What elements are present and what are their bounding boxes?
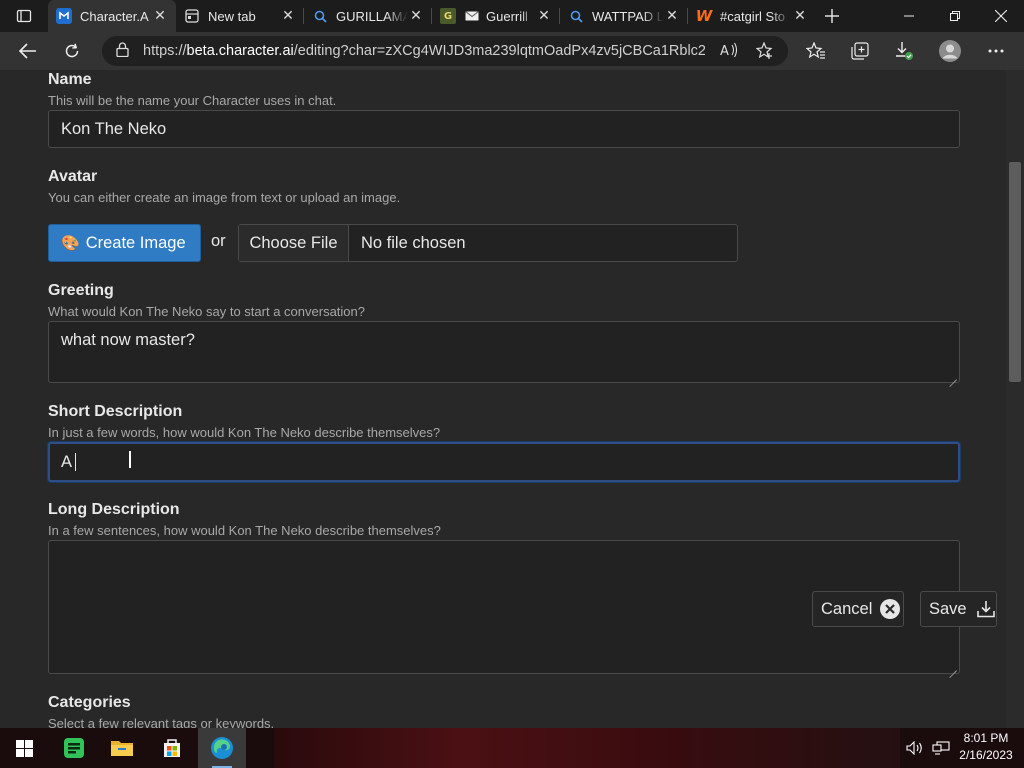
long-description-label: Long Description	[48, 501, 180, 518]
clock-time: 8:01 PM	[963, 731, 1009, 745]
tab-character-ai[interactable]: Character.A ✕	[48, 0, 176, 32]
tab-catgirl-stories[interactable]: W #catgirl Sto ✕	[688, 0, 816, 32]
file-upload-input[interactable]: Choose File No file chosen	[238, 224, 738, 262]
tab-title: GURILLAMA	[336, 8, 408, 24]
save-label: Save	[929, 599, 967, 618]
sheets-app-icon[interactable]	[50, 728, 98, 768]
tab-wattpad-search[interactable]: WATTPAD L ✕	[560, 0, 688, 32]
categories-hint: Select a few relevant tags or keywords.	[48, 716, 275, 728]
name-label: Name	[48, 71, 92, 88]
character-ai-favicon	[56, 8, 72, 24]
wattpad-favicon: W	[695, 7, 713, 25]
resize-handle-icon[interactable]	[949, 372, 957, 380]
wallpaper-strip	[274, 728, 900, 768]
greeting-textarea[interactable]: what now master?	[48, 321, 960, 383]
favorites-icon[interactable]	[796, 32, 836, 70]
resize-handle-icon[interactable]	[949, 663, 957, 671]
greeting-label: Greeting	[48, 282, 114, 299]
scrollbar-thumb[interactable]	[1009, 162, 1021, 382]
short-description-value: A	[61, 452, 73, 471]
new-tab-plus-icon[interactable]	[816, 0, 848, 32]
browser-toolbar: https://beta.character.ai/editing?char=z…	[0, 32, 1024, 70]
long-description-hint: In a few sentences, how would Kon The Ne…	[48, 523, 441, 538]
name-value: Kon The Neko	[61, 119, 167, 138]
or-text: or	[211, 232, 226, 250]
close-tab-icon[interactable]: ✕	[792, 8, 808, 24]
close-window-icon[interactable]	[978, 0, 1024, 32]
close-tab-icon[interactable]: ✕	[664, 8, 680, 24]
refresh-icon[interactable]	[52, 32, 92, 70]
cancel-x-icon	[880, 599, 901, 619]
tab-actions-icon[interactable]	[0, 0, 48, 32]
cancel-button[interactable]: Cancel	[812, 591, 904, 627]
page-scrollbar[interactable]	[1006, 70, 1024, 728]
cancel-label: Cancel	[821, 599, 873, 618]
close-tab-icon[interactable]: ✕	[408, 8, 424, 24]
system-clock[interactable]: 8:01 PM 2/16/2023	[948, 730, 1024, 764]
windows-taskbar: 8:01 PM 2/16/2023	[0, 728, 1024, 768]
create-image-label: Create Image	[85, 233, 186, 252]
back-arrow-icon[interactable]	[8, 32, 48, 70]
greeting-value: what now master?	[61, 331, 195, 349]
create-image-button[interactable]: 🎨 Create Image	[48, 224, 201, 262]
read-aloud-icon[interactable]: A	[720, 42, 738, 62]
volume-icon[interactable]	[906, 728, 924, 768]
collections-icon[interactable]	[840, 32, 880, 70]
short-description-hint: In just a few words, how would Kon The N…	[48, 425, 441, 440]
edge-icon[interactable]	[198, 728, 246, 768]
short-description-label: Short Description	[48, 403, 183, 420]
mouse-ibeam-cursor	[129, 451, 131, 468]
tab-title: #catgirl Sto	[720, 8, 786, 24]
avatar-hint: You can either create an image from text…	[48, 190, 401, 205]
tab-gurillama[interactable]: GURILLAMA ✕	[304, 0, 432, 32]
new-tab-favicon	[184, 8, 200, 24]
guerrilla-mail-favicon: G	[440, 8, 456, 24]
close-tab-icon[interactable]: ✕	[152, 8, 168, 24]
text-caret	[75, 453, 77, 471]
file-explorer-icon[interactable]	[98, 728, 146, 768]
lock-icon[interactable]	[116, 41, 129, 61]
character-editor-page: Name This will be the name your Characte…	[0, 70, 1006, 728]
start-icon[interactable]	[0, 728, 48, 768]
add-favorite-icon[interactable]	[755, 41, 774, 64]
avatar-label: Avatar	[48, 168, 98, 185]
save-button[interactable]: Save	[920, 591, 997, 627]
downloads-icon[interactable]	[884, 32, 924, 70]
name-input[interactable]: Kon The Neko	[48, 110, 960, 148]
categories-label: Categories	[48, 694, 131, 711]
profile-avatar-icon[interactable]	[930, 32, 970, 70]
tab-title: Character.A	[80, 8, 149, 24]
restore-icon[interactable]	[932, 0, 978, 32]
microsoft-store-icon[interactable]	[148, 728, 196, 768]
palette-icon: 🎨	[61, 235, 80, 252]
tab-title: Guerrill	[486, 8, 528, 24]
short-description-input[interactable]: A	[48, 442, 960, 482]
minimize-icon[interactable]	[886, 0, 932, 32]
url-text: https://beta.character.ai/editing?char=z…	[143, 43, 705, 59]
tab-title: New tab	[208, 8, 256, 24]
tab-guerrilla-mail[interactable]: G Guerrill ✕	[432, 0, 560, 32]
mail-icon	[464, 8, 480, 24]
tab-new-tab[interactable]: New tab ✕	[176, 0, 304, 32]
tab-strip: Character.A ✕ New tab ✕ GURILLAMA ✕ G Gu…	[0, 0, 1024, 32]
close-tab-icon[interactable]: ✕	[536, 8, 552, 24]
no-file-text: No file chosen	[361, 233, 466, 252]
close-tab-icon[interactable]: ✕	[280, 8, 296, 24]
choose-file-button[interactable]: Choose File	[239, 225, 349, 261]
svg-text:A: A	[720, 44, 729, 58]
download-save-icon	[976, 600, 995, 618]
address-bar[interactable]: https://beta.character.ai/editing?char=z…	[102, 36, 788, 66]
greeting-hint: What would Kon The Neko say to start a c…	[48, 304, 365, 319]
search-favicon	[568, 8, 584, 24]
search-favicon	[312, 8, 328, 24]
name-hint: This will be the name your Character use…	[48, 93, 337, 108]
more-options-icon[interactable]	[976, 32, 1016, 70]
tab-title: WATTPAD L	[592, 8, 664, 24]
clock-date: 2/16/2023	[959, 748, 1013, 762]
